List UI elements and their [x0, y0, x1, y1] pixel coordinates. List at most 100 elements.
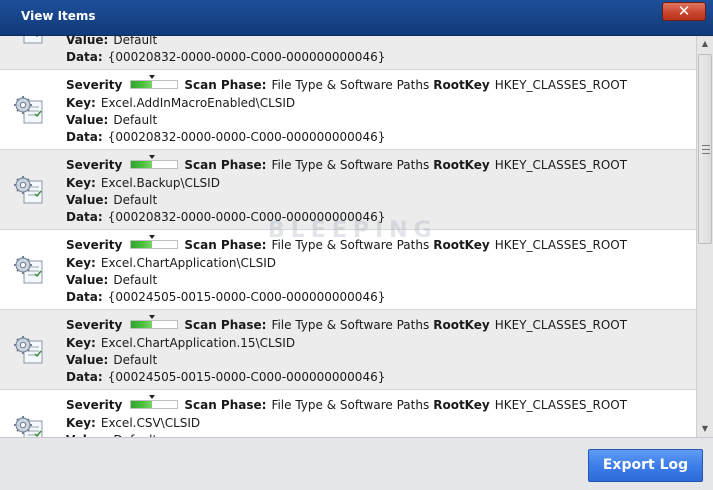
scan-phase-value: File Type & Software Paths: [271, 158, 430, 172]
data-value: {00024505-0015-0000-C000-000000000046}: [107, 290, 386, 304]
scroll-up-arrow-icon[interactable]: ▲: [697, 36, 713, 52]
title-bar: View Items ✕: [0, 0, 713, 36]
value-value: Default: [113, 113, 158, 127]
rootkey-label: RootKey: [433, 78, 490, 92]
severity-fill: [131, 241, 153, 248]
vertical-scrollbar[interactable]: ▲ ▼: [696, 36, 713, 437]
close-button[interactable]: ✕: [662, 2, 706, 21]
item-header-row: Severity Scan Phase: File Type & Software …: [66, 235, 628, 252]
severity-meter: [130, 155, 179, 169]
severity-fill: [131, 161, 153, 168]
data-value: {00020832-0000-0000-C000-000000000046}: [107, 210, 386, 224]
value-label: Value:: [66, 353, 109, 367]
key-label: Key:: [66, 256, 96, 270]
list-item[interactable]: Severity Scan Phase: File Type & Software …: [0, 70, 696, 150]
data-label: Data:: [66, 130, 103, 144]
item-header-row: Severity Scan Phase: File Type & Software …: [66, 315, 628, 332]
items-list-content: Severity Scan Phase: File Type & Software …: [0, 36, 696, 437]
item-header-row: Severity Scan Phase: File Type & Software …: [66, 75, 628, 92]
severity-meter: [130, 315, 179, 329]
scan-phase-value: File Type & Software Paths: [271, 78, 430, 92]
list-item[interactable]: Severity Scan Phase: File Type & Software …: [0, 390, 696, 437]
item-data-row: Data: {00020832-0000-0000-C000-0000000000…: [66, 50, 385, 64]
scan-phase-label: Scan Phase:: [184, 318, 267, 332]
rootkey-label: RootKey: [433, 318, 490, 332]
scan-phase-label: Scan Phase:: [184, 398, 267, 412]
severity-marker-icon: [149, 75, 156, 79]
value-label: Value:: [66, 273, 109, 287]
rootkey-value: HKEY_CLASSES_ROOT: [494, 238, 628, 252]
item-header-row: Severity Scan Phase: File Type & Software …: [66, 395, 627, 412]
scan-phase-value: File Type & Software Paths: [271, 398, 430, 412]
item-value-row: Value: Default: [66, 273, 157, 287]
export-log-button[interactable]: Export Log: [588, 449, 703, 482]
item-value-row: Value: Default: [66, 113, 157, 127]
scroll-down-arrow-icon[interactable]: ▼: [697, 421, 713, 437]
settings-document-icon: [13, 333, 47, 367]
severity-marker-icon: [149, 395, 156, 399]
item-key-row: Key: Excel.ChartApplication.15\CLSID: [66, 336, 295, 350]
severity-label: Severity: [66, 78, 123, 92]
severity-marker-icon: [149, 235, 156, 239]
item-value-row: Value: Default: [66, 193, 157, 207]
severity-label: Severity: [66, 158, 123, 172]
list-item[interactable]: Severity Scan Phase: File Type & Software …: [0, 150, 696, 230]
item-data-row: Data: {00024505-0015-0000-C000-0000000000…: [66, 370, 385, 384]
rootkey-value: HKEY_CLASSES_ROOT: [494, 158, 628, 172]
item-value-row: Value: Default: [66, 36, 157, 47]
settings-document-icon: [13, 36, 47, 47]
severity-marker-icon: [149, 315, 156, 319]
key-value: Excel.ChartApplication\CLSID: [100, 256, 276, 270]
scan-phase-value: File Type & Software Paths: [271, 238, 430, 252]
severity-meter: [130, 75, 179, 89]
item-key-row: Key: Excel.ChartApplication\CLSID: [66, 256, 276, 270]
item-key-row: Key: Excel.Backup\CLSID: [66, 176, 220, 190]
key-label: Key:: [66, 416, 96, 430]
list-item[interactable]: SeverityScan Phase:File Type & Software …: [0, 36, 696, 70]
item-key-row: Key: Excel.CSV\CLSID: [66, 416, 200, 430]
severity-label: Severity: [66, 398, 123, 412]
key-value: Excel.CSV\CLSID: [100, 416, 201, 430]
value-label: Value:: [66, 193, 109, 207]
rootkey-label: RootKey: [433, 398, 490, 412]
list-item[interactable]: SeverityScan Phase:File Type & Software …: [0, 310, 696, 390]
item-header-row: Severity Scan Phase: File Type & Software …: [66, 155, 628, 172]
key-label: Key:: [66, 96, 96, 110]
list-item[interactable]: SeverityScan Phase:File Type & Software …: [0, 230, 696, 310]
settings-document-icon: [13, 253, 47, 287]
scan-phase-label: Scan Phase:: [184, 78, 267, 92]
data-label: Data:: [66, 210, 103, 224]
scroll-grip-icon: [702, 145, 710, 154]
severity-fill: [131, 321, 153, 328]
severity-meter: [130, 235, 179, 249]
key-label: Key:: [66, 336, 96, 350]
settings-document-icon: [13, 93, 47, 127]
data-label: Data:: [66, 290, 103, 304]
key-label: Key:: [66, 176, 96, 190]
severity-meter: [130, 395, 179, 409]
key-value: Excel.AddInMacroEnabled\CLSID: [100, 96, 296, 110]
data-value: {00020832-0000-0000-C000-000000000046}: [107, 50, 386, 64]
item-value-row: Value: Default: [66, 353, 157, 367]
value-value: Default: [113, 353, 158, 367]
scroll-thumb[interactable]: [698, 54, 712, 244]
key-value: Excel.ChartApplication.15\CLSID: [100, 336, 296, 350]
settings-document-icon: [13, 173, 47, 207]
data-label: Data:: [66, 370, 103, 384]
data-label: Data:: [66, 50, 103, 64]
scan-phase-label: Scan Phase:: [184, 158, 267, 172]
items-list[interactable]: Severity Scan Phase: File Type & Software …: [0, 36, 696, 437]
value-value: Default: [113, 273, 158, 287]
settings-document-icon: [13, 413, 47, 437]
item-data-row: Data: {00020832-0000-0000-C000-0000000000…: [66, 130, 385, 144]
rootkey-value: HKEY_CLASSES_ROOT: [494, 318, 628, 332]
value-label: Value:: [66, 113, 109, 127]
severity-marker-icon: [149, 155, 156, 159]
rootkey-label: RootKey: [433, 158, 490, 172]
rootkey-label: RootKey: [433, 238, 490, 252]
key-value: Excel.Backup\CLSID: [100, 176, 220, 190]
rootkey-value: HKEY_CLASSES_ROOT: [494, 78, 628, 92]
scan-phase-value: File Type & Software Paths: [271, 318, 430, 332]
value-label: Value:: [66, 36, 109, 47]
data-value: {00024505-0015-0000-C000-000000000046}: [107, 370, 386, 384]
